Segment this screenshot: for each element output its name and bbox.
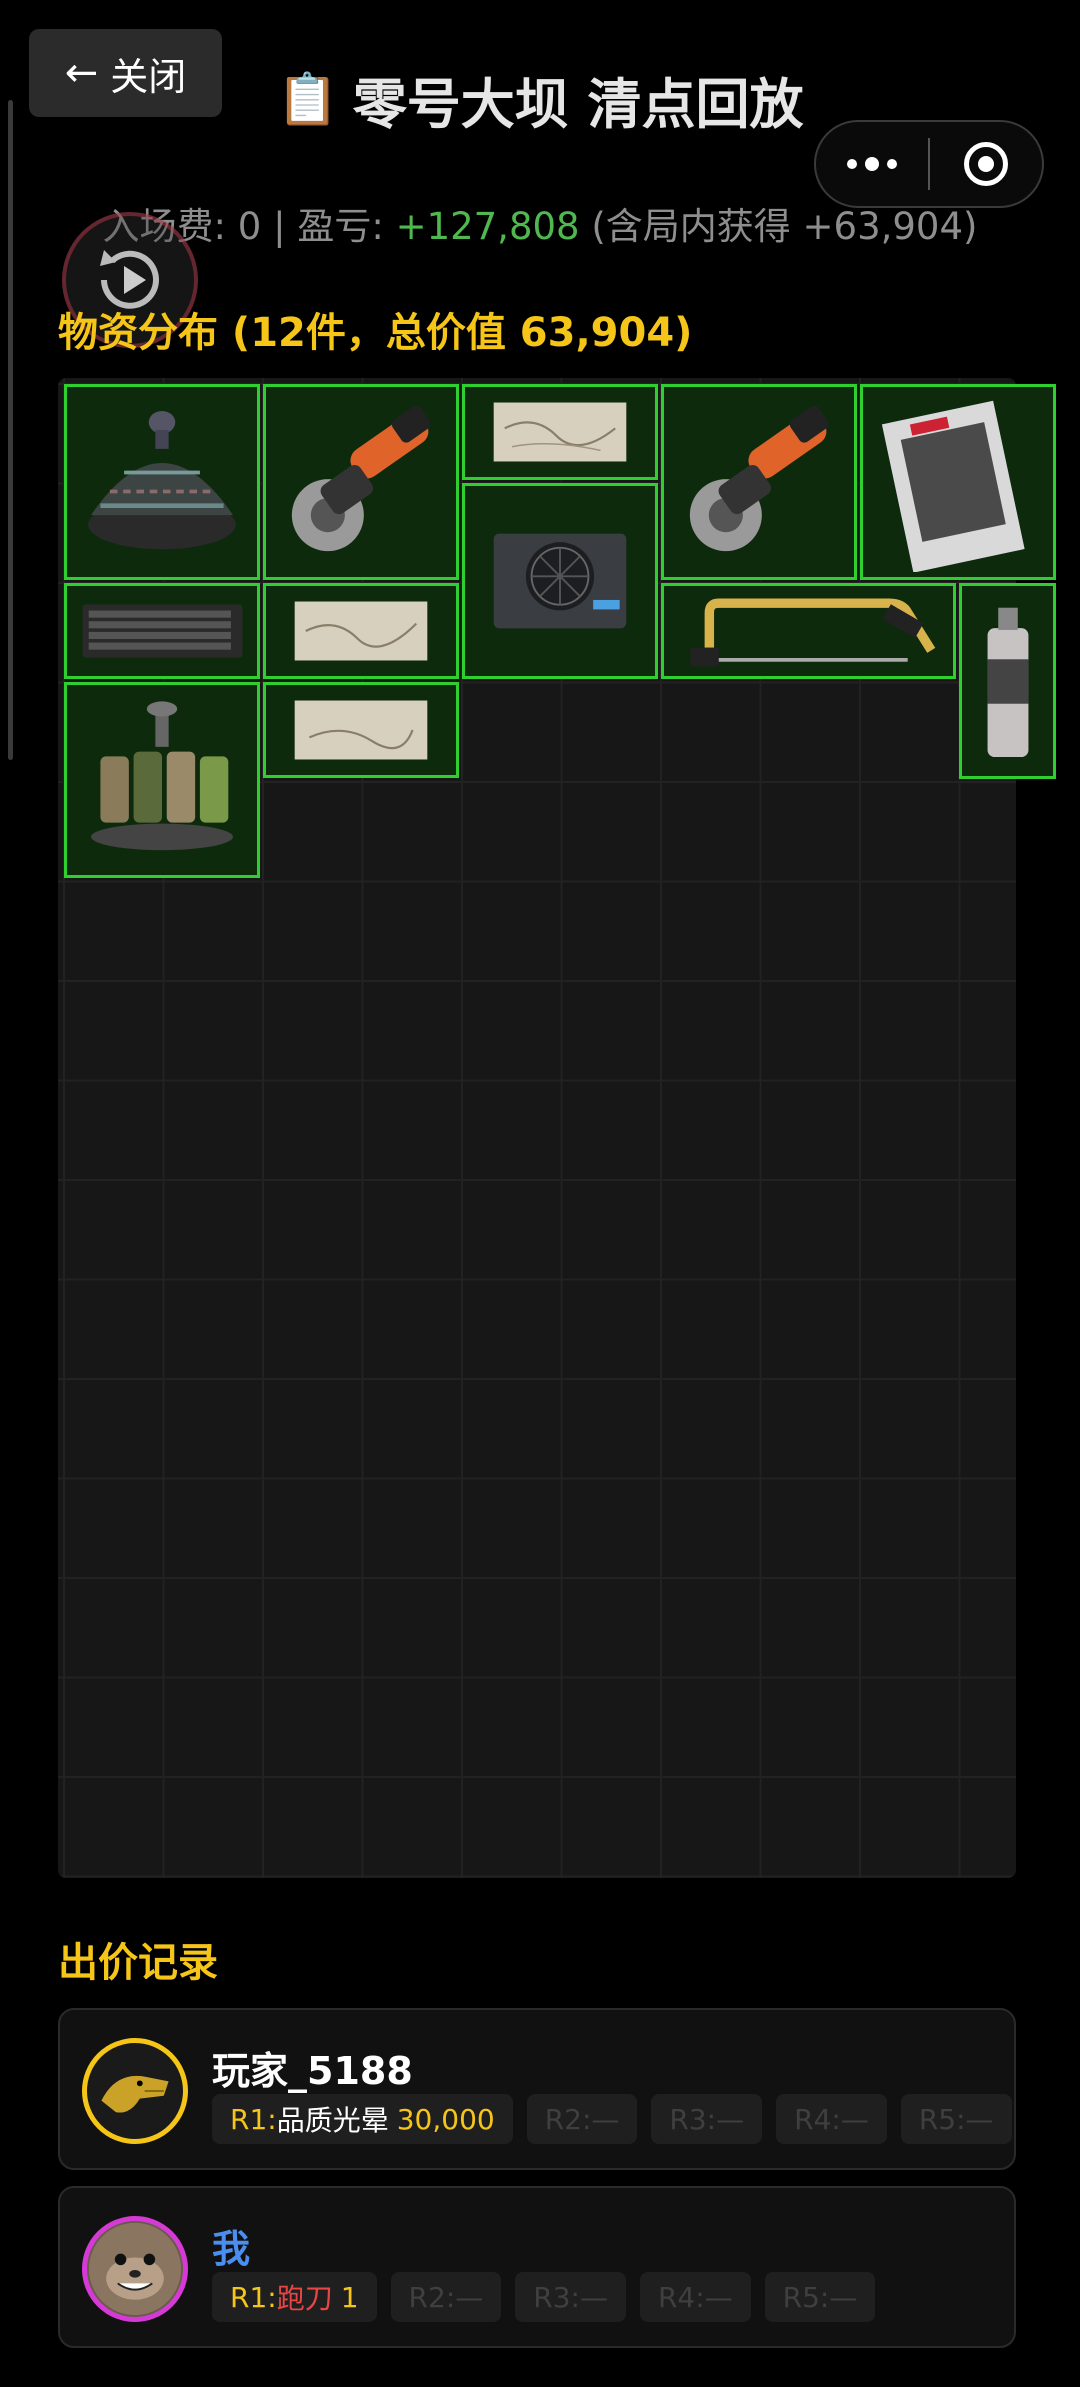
entry-fee-value: 0	[237, 205, 262, 248]
clipboard-icon: 📋	[276, 70, 339, 128]
profit-label: 盈亏:	[297, 205, 396, 248]
angle-grinder-icon[interactable]	[263, 384, 459, 580]
round-1-amount: 1	[340, 2280, 359, 2314]
more-dot-icon	[847, 159, 857, 169]
angle-grinder-icon[interactable]	[661, 384, 857, 580]
more-dot-icon	[865, 157, 879, 171]
spice-rack-icon[interactable]	[64, 682, 260, 878]
round-3-chip: R3:—	[651, 2094, 763, 2144]
page-title-text: 零号大坝 清点回放	[352, 73, 804, 136]
round-1-chip: R1: 跑刀 1	[212, 2272, 377, 2322]
more-options-button[interactable]	[816, 157, 928, 171]
bid-record-card: 我 R1: 跑刀 1 R2:— R3:— R4:— R5:—	[58, 2186, 1016, 2348]
round-1-amount: 30,000	[396, 2102, 495, 2136]
round-1-chip: R1: 品质光晕 30,000	[212, 2094, 513, 2144]
bid-records-title: 出价记录	[58, 1940, 218, 1986]
round-5-chip: R5:—	[764, 2272, 876, 2322]
round-4-chip: R4:—	[776, 2094, 887, 2144]
exit-miniprogram-button[interactable]	[930, 142, 1042, 186]
golden-crocodile-avatar	[82, 2038, 188, 2144]
round-4-chip: R4:—	[639, 2272, 751, 2322]
otter-avatar	[82, 2216, 188, 2322]
old-map-icon[interactable]	[462, 384, 658, 480]
target-circle-icon	[964, 142, 1008, 186]
magazine-icon[interactable]	[860, 384, 1056, 580]
summary-separator: |	[261, 205, 298, 248]
round-3-chip: R3:—	[515, 2272, 626, 2322]
bid-record-card: 玩家_5188 R1: 品质光晕 30,000 R2:— R3:— R4:— R…	[58, 2008, 1016, 2170]
bidder-name: 我	[212, 2227, 251, 2271]
bid-rounds: R1: 品质光晕 30,000 R2:— R3:— R4:— R5:—	[212, 2094, 1012, 2144]
miniprogram-capsule	[814, 120, 1044, 208]
round-1-label: R1:	[230, 2102, 277, 2136]
round-1-item: 品质光晕	[276, 2104, 389, 2137]
more-dot-icon	[887, 159, 897, 169]
profit-value: +127,808	[395, 205, 580, 248]
keyboard-icon[interactable]	[64, 583, 260, 679]
round-2-chip: R2:—	[526, 2094, 638, 2144]
bid-rounds: R1: 跑刀 1 R2:— R3:— R4:— R5:—	[212, 2272, 876, 2322]
tagine-pot-icon[interactable]	[64, 384, 260, 580]
round-1-label: R1:	[230, 2280, 277, 2314]
spray-can-icon[interactable]	[959, 583, 1056, 779]
distribution-title: 物资分布 (12件，总价值 63,904)	[58, 310, 693, 356]
round-5-chip: R5:—	[900, 2094, 1012, 2144]
round-1-item: 跑刀	[276, 2282, 333, 2315]
bidder-name: 玩家_5188	[212, 2049, 413, 2093]
round-2-chip: R2:—	[390, 2272, 502, 2322]
old-map-icon[interactable]	[263, 682, 459, 778]
in-raid-gain: (含局内获得 +63,904)	[579, 205, 978, 248]
power-supply-icon[interactable]	[462, 483, 658, 679]
hacksaw-icon[interactable]	[661, 583, 956, 679]
old-map-icon[interactable]	[263, 583, 459, 679]
